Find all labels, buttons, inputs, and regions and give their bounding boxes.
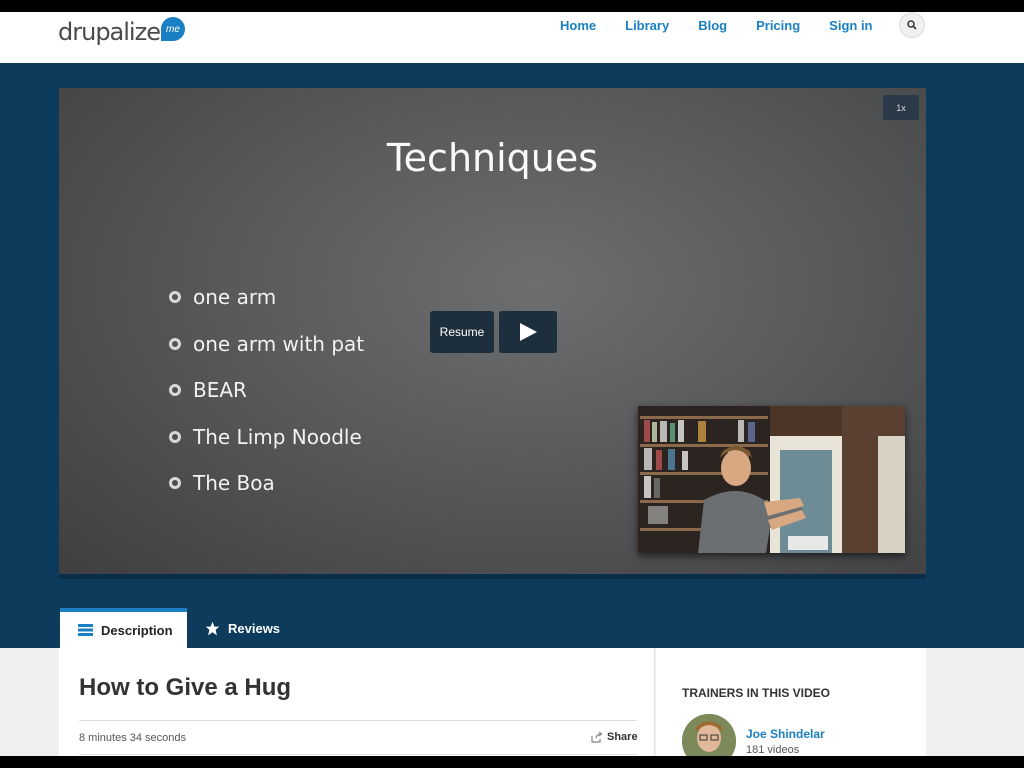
playback-speed-button[interactable]: 1x: [883, 95, 919, 120]
nav-blog-link[interactable]: Blog: [698, 18, 727, 33]
player-progress-bar[interactable]: [59, 574, 926, 579]
slide-bullet: The Boa: [169, 460, 364, 507]
bullet-icon: [169, 384, 181, 397]
nav-home-link[interactable]: Home: [560, 18, 596, 33]
bullet-icon: [169, 337, 181, 350]
presenter-video-frame: [638, 406, 905, 553]
logo-wordmark: drupalize: [58, 18, 161, 46]
trainers-heading: TRAINERS IN THIS VIDEO: [682, 686, 831, 700]
slide-bullet-text: one arm with pat: [193, 331, 365, 356]
slide-bullet-text: one arm: [193, 285, 277, 310]
search-button[interactable]: [899, 12, 925, 38]
share-button[interactable]: Share: [591, 731, 638, 743]
share-label: Share: [607, 731, 638, 743]
slide-bullet: one arm: [169, 274, 364, 321]
content-tabs: Description Reviews: [60, 608, 298, 648]
video-player[interactable]: 1x Techniques one arm one arm with pat B…: [59, 88, 926, 578]
logo-badge: me: [160, 17, 185, 41]
presenter-video-inset: [638, 406, 905, 553]
tab-description-label: Description: [101, 622, 173, 638]
list-icon: [78, 624, 93, 636]
bullet-icon: [169, 291, 181, 304]
star-icon: [205, 621, 220, 636]
tab-description[interactable]: Description: [60, 608, 187, 648]
video-title: How to Give a Hug: [79, 674, 292, 701]
video-description-panel: How to Give a Hug 8 minutes 34 seconds S…: [59, 648, 655, 756]
trainer-name-link[interactable]: Joe Shindelar: [746, 727, 825, 741]
trainer-video-count: 181 videos: [746, 744, 800, 756]
share-icon: [591, 731, 603, 743]
site-header: drupalize me Home Library Blog Pricing S…: [0, 12, 1024, 63]
trainers-panel: TRAINERS IN THIS VIDEO Joe Shindelar 181…: [656, 648, 926, 768]
play-button[interactable]: [499, 311, 557, 353]
slide-bullet-list: one arm one arm with pat BEAR The Limp N…: [169, 274, 364, 507]
slide-bullet: The Limp Noodle: [169, 414, 364, 461]
tab-reviews-label: Reviews: [228, 620, 281, 636]
nav-signin-link[interactable]: Sign in: [829, 18, 872, 33]
nav-library-link[interactable]: Library: [625, 18, 669, 33]
divider: [79, 754, 637, 755]
video-duration: 8 minutes 34 seconds: [79, 732, 187, 744]
search-icon: [907, 20, 917, 30]
divider: [79, 720, 637, 721]
play-icon: [520, 323, 537, 341]
slide-bullet-text: The Limp Noodle: [193, 424, 362, 449]
slide-bullet: one arm with pat: [169, 321, 364, 368]
slide-bullet: BEAR: [169, 367, 364, 414]
tab-reviews[interactable]: Reviews: [187, 608, 298, 648]
slide-bullet-text: BEAR: [193, 378, 247, 403]
slide-title: Techniques: [386, 136, 599, 180]
bullet-icon: [169, 477, 181, 490]
nav-pricing-link[interactable]: Pricing: [756, 18, 800, 33]
resume-button[interactable]: Resume: [430, 311, 494, 353]
bullet-icon: [169, 430, 181, 443]
top-black-bar: [0, 0, 1024, 12]
site-logo[interactable]: drupalize me: [58, 12, 185, 52]
bottom-black-bar: [0, 756, 1024, 768]
main-nav: Home Library Blog Pricing Sign in: [560, 12, 925, 38]
slide-bullet-text: The Boa: [193, 471, 275, 496]
